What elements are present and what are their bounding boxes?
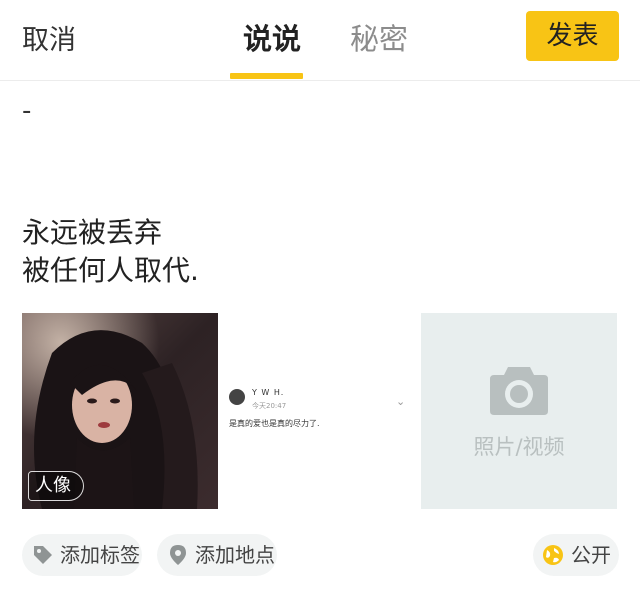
avatar xyxy=(229,389,245,405)
camera-icon xyxy=(490,367,548,415)
tag-icon xyxy=(34,546,52,564)
photo-thumbnail-portrait[interactable]: 人像 xyxy=(22,313,218,509)
chevron-down-icon: ⌄ xyxy=(396,395,406,408)
tab-secret[interactable]: 秘密 xyxy=(350,16,408,58)
composer-line: 永远被丢弃 xyxy=(22,216,163,249)
add-tag-button[interactable]: 添加标签 xyxy=(22,534,142,576)
globe-icon xyxy=(543,545,563,565)
screenshot-thumbnail[interactable]: Y W H. 今天20:47 ⌄ 是真的爱也是真的尽力了. xyxy=(221,313,417,509)
top-bar: 取消 说说 秘密 发表 xyxy=(0,0,640,81)
privacy-public-button[interactable]: 公开 xyxy=(533,534,619,576)
location-pin-icon xyxy=(170,545,186,565)
composer-line: 被任何人取代. xyxy=(22,254,199,287)
add-location-label: 添加地点 xyxy=(195,543,275,567)
portrait-mode-badge: 人像 xyxy=(28,471,84,501)
add-photo-video-button[interactable]: 照片/视频 xyxy=(421,313,617,509)
screenshot-post-text: 是真的爱也是真的尽力了. xyxy=(229,419,320,428)
add-tag-label: 添加标签 xyxy=(60,543,140,567)
cancel-button[interactable]: 取消 xyxy=(22,18,76,57)
composer-text[interactable]: 永远被丢弃 被任何人取代. xyxy=(22,214,199,290)
screenshot-timestamp: 今天20:47 xyxy=(252,402,287,410)
add-media-label: 照片/视频 xyxy=(473,435,565,459)
add-location-button[interactable]: 添加地点 xyxy=(157,534,277,576)
publish-button[interactable]: 发表 xyxy=(526,11,619,61)
active-tab-indicator xyxy=(230,73,303,79)
tab-shuoshuo[interactable]: 说说 xyxy=(243,16,301,58)
composer-first-line[interactable]: - xyxy=(22,96,31,126)
privacy-label: 公开 xyxy=(571,543,611,567)
screenshot-username: Y W H. xyxy=(252,388,285,397)
